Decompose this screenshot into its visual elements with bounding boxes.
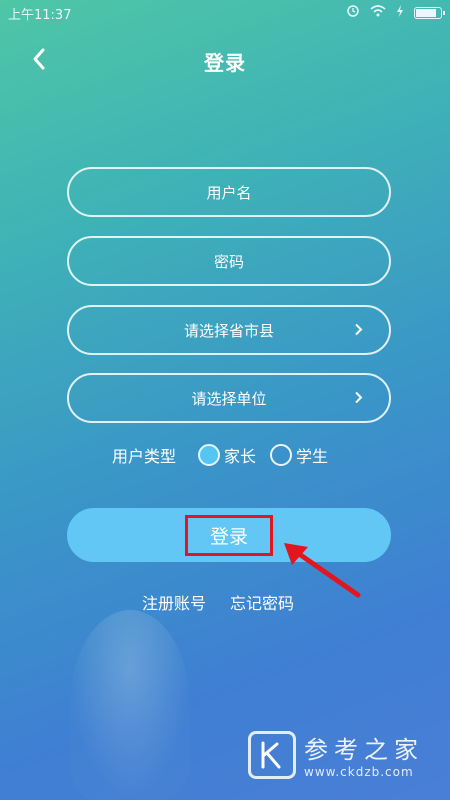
- login-button-label[interactable]: 登录: [184, 514, 273, 556]
- charging-icon: [396, 5, 404, 21]
- watermark-url: www.ckdzb.com: [304, 765, 414, 779]
- watermark-text: 参考之家 www.ckdzb.com: [304, 730, 424, 779]
- region-select[interactable]: 请选择省市县: [67, 305, 391, 355]
- watermark-name: 参考之家: [304, 736, 424, 764]
- unit-placeholder: 请选择单位: [191, 389, 267, 408]
- wifi-icon: [370, 5, 386, 21]
- user-type-row: 用户类型 家长 学生: [112, 440, 328, 470]
- forgot-password-link[interactable]: 忘记密码: [230, 590, 294, 614]
- register-link[interactable]: 注册账号: [142, 590, 206, 614]
- battery-icon: [414, 7, 445, 19]
- header: 登录: [0, 36, 450, 86]
- username-field[interactable]: 用户名: [67, 167, 391, 217]
- password-field[interactable]: 密码: [67, 236, 391, 286]
- radio-selected-icon[interactable]: [198, 444, 221, 466]
- region-placeholder: 请选择省市县: [183, 321, 274, 340]
- chevron-right-icon: [355, 321, 363, 340]
- watermark: 参考之家 www.ckdzb.com: [248, 730, 424, 779]
- password-placeholder: 密码: [213, 252, 244, 271]
- radio-student[interactable]: 学生: [270, 443, 328, 467]
- status-time: 上午11:37: [8, 7, 72, 23]
- radio-unselected-icon[interactable]: [270, 444, 293, 466]
- background-illustration: [70, 610, 190, 800]
- chevron-right-icon: [355, 389, 363, 408]
- status-icons: [346, 4, 445, 22]
- unit-select[interactable]: 请选择单位: [67, 373, 391, 423]
- radio-student-label[interactable]: 学生: [296, 443, 328, 467]
- auxiliary-links: 注册账号 忘记密码: [142, 590, 294, 614]
- back-arrow-icon[interactable]: [26, 46, 52, 72]
- radio-parent[interactable]: 家长: [198, 443, 256, 467]
- user-type-label: 用户类型: [112, 447, 177, 466]
- alarm-icon: [346, 4, 360, 22]
- status-bar: 上午11:37: [0, 0, 450, 26]
- page-title: 登录: [204, 50, 246, 75]
- username-placeholder: 用户名: [206, 183, 252, 202]
- radio-parent-label[interactable]: 家长: [224, 443, 256, 467]
- watermark-logo-icon: [248, 730, 296, 779]
